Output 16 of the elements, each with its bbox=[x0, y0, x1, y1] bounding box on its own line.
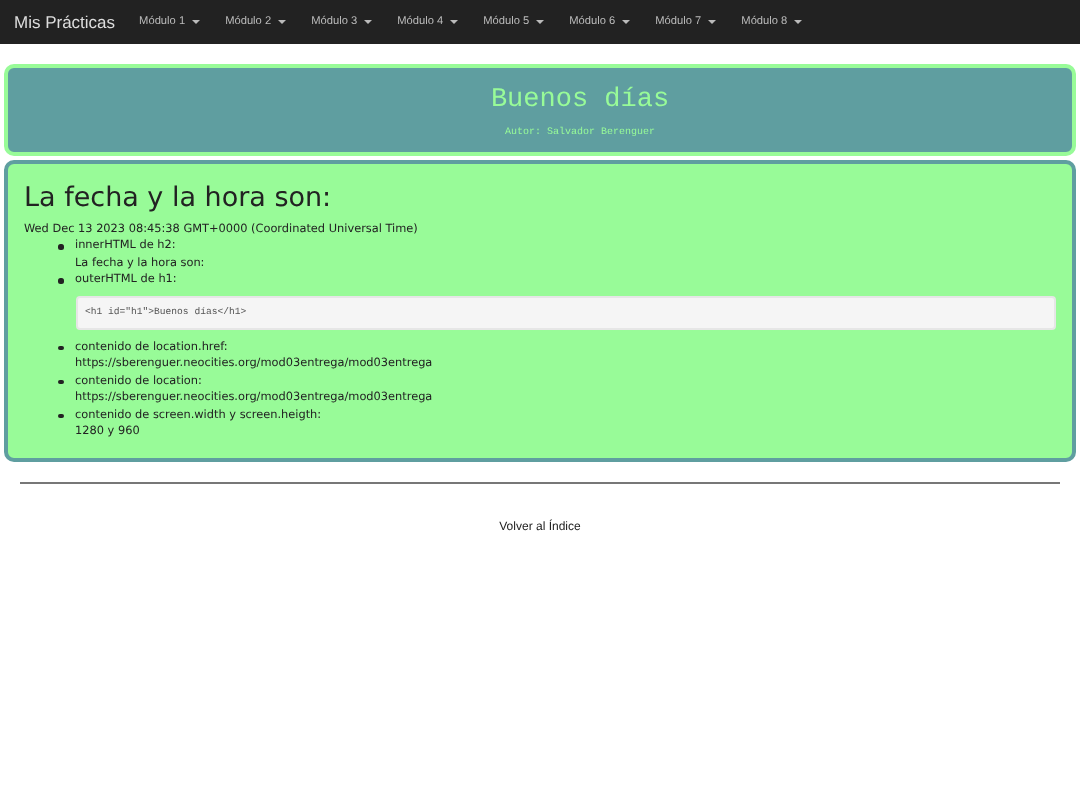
caret-icon bbox=[449, 20, 458, 24]
caret-icon bbox=[621, 20, 630, 24]
bullet-icon bbox=[58, 413, 63, 418]
caret-icon bbox=[191, 20, 200, 24]
bullet-icon bbox=[58, 345, 63, 350]
bullet-icon bbox=[58, 244, 63, 249]
section-heading: La fecha y la hora son: bbox=[24, 182, 334, 214]
caret-icon bbox=[277, 20, 286, 24]
caret-icon bbox=[363, 20, 372, 24]
caret-icon bbox=[535, 20, 544, 24]
caret-icon bbox=[707, 20, 716, 24]
page-title: Buenos días bbox=[490, 86, 670, 116]
brand-link[interactable]: Mis Prácticas bbox=[14, 12, 116, 32]
bullet-icon bbox=[58, 278, 63, 283]
bullet-icon bbox=[58, 379, 63, 384]
caret-icon bbox=[793, 20, 802, 24]
